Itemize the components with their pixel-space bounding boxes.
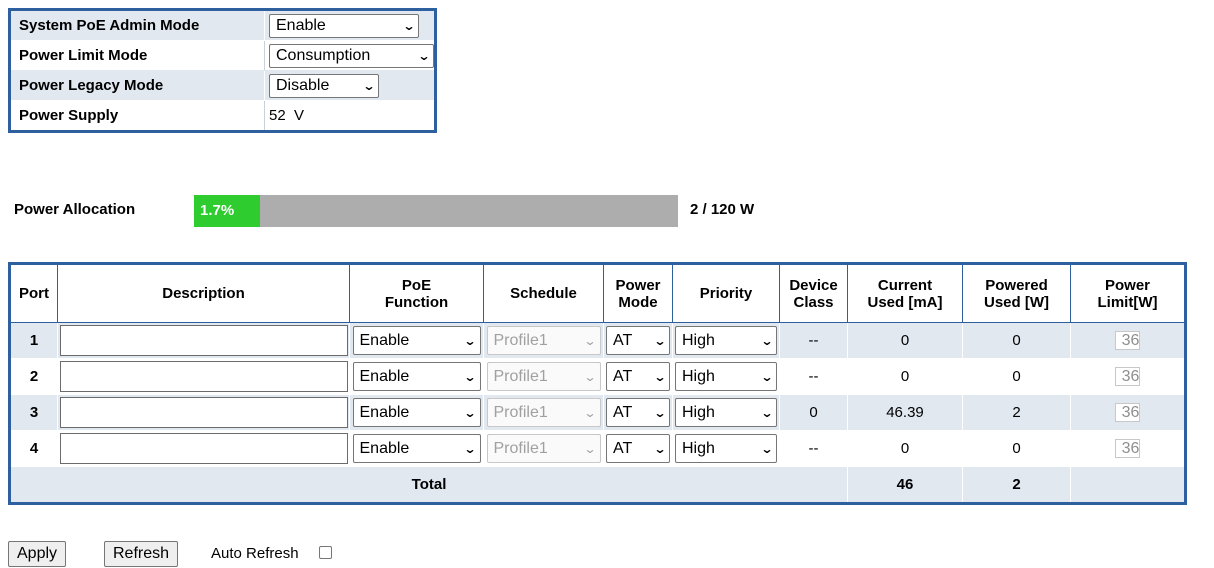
description-input[interactable]	[59, 361, 348, 392]
poe-config-table: System PoE Admin Mode Enable ⌄ Power Limi…	[8, 8, 437, 133]
chevron-down-icon: ⌄	[463, 405, 478, 420]
admin-mode-select[interactable]: Enable ⌄	[269, 13, 419, 38]
chevron-down-icon: ⌄	[583, 441, 598, 456]
chevron-down-icon: ⌄	[417, 48, 431, 63]
table-row: 3 Enable ⌄ Profile1 ⌄ AT ⌄ High ⌄ 0 46.39 2 36	[9, 394, 1186, 431]
current-used-value: 0	[847, 322, 963, 359]
header-port: Port	[9, 263, 58, 323]
power-allocation-bar: 1.7%	[194, 195, 678, 227]
header-powered-used: Powered Used [W]	[962, 263, 1071, 323]
current-used-value: 0	[847, 430, 963, 467]
legacy-mode-label: Power Legacy Mode	[9, 70, 265, 101]
power-limit-input[interactable]: 36	[1114, 331, 1141, 350]
chevron-down-icon: ⌄	[760, 405, 774, 420]
poe-function-select[interactable]: Enable ⌄	[352, 362, 481, 391]
total-powered: 2	[962, 466, 1071, 504]
table-row: 1 Enable ⌄ Profile1 ⌄ AT ⌄ High ⌄ -- 0 0 36	[9, 322, 1186, 359]
port-number: 3	[9, 394, 58, 431]
chevron-down-icon: ⌄	[653, 441, 667, 456]
power-limit-input[interactable]: 36	[1114, 367, 1141, 386]
power-supply-value: 52 V	[264, 100, 436, 132]
legacy-mode-select[interactable]: Disable ⌄	[269, 73, 379, 98]
apply-button[interactable]: Apply	[8, 541, 67, 567]
poe-function-select[interactable]: Enable ⌄	[352, 398, 481, 427]
port-number: 4	[9, 430, 58, 467]
powered-used-value: 0	[962, 322, 1071, 359]
port-number: 1	[9, 322, 58, 359]
power-mode-select[interactable]: AT ⌄	[606, 398, 670, 427]
priority-select[interactable]: High ⌄	[675, 362, 777, 391]
power-allocation-total: 2 / 120 W	[690, 201, 755, 218]
chevron-down-icon: ⌄	[583, 369, 598, 384]
table-row: 4 Enable ⌄ Profile1 ⌄ AT ⌄ High ⌄ -- 0 0 36	[9, 430, 1186, 467]
power-allocation-percent: 1.7%	[200, 202, 235, 219]
total-current: 46	[847, 466, 963, 504]
schedule-select[interactable]: Profile1 ⌄	[486, 362, 601, 391]
chevron-down-icon: ⌄	[583, 333, 598, 348]
power-limit-input[interactable]: 36	[1114, 403, 1141, 422]
chevron-down-icon: ⌄	[402, 18, 416, 33]
power-limit-input[interactable]: 36	[1114, 439, 1141, 458]
header-power-mode: Power Mode	[603, 263, 673, 323]
powered-used-value: 0	[962, 430, 1071, 467]
header-current-used: Current Used [mA]	[847, 263, 963, 323]
schedule-select[interactable]: Profile1 ⌄	[486, 398, 601, 427]
current-used-value: 0	[847, 358, 963, 395]
admin-mode-label: System PoE Admin Mode	[9, 9, 265, 41]
limit-mode-select[interactable]: Consumption ⌄	[269, 43, 434, 68]
power-mode-select[interactable]: AT ⌄	[606, 362, 670, 391]
header-description: Description	[57, 263, 350, 323]
chevron-down-icon: ⌄	[463, 441, 478, 456]
header-device-class: Device Class	[779, 263, 848, 323]
priority-select[interactable]: High ⌄	[675, 326, 777, 355]
power-mode-select[interactable]: AT ⌄	[606, 434, 670, 463]
chevron-down-icon: ⌄	[583, 405, 598, 420]
chevron-down-icon: ⌄	[760, 441, 774, 456]
port-table: Port Description PoE Function Schedule Po…	[8, 262, 1187, 505]
priority-select[interactable]: High ⌄	[675, 434, 777, 463]
limit-mode-label: Power Limit Mode	[9, 40, 265, 71]
header-poe-function: PoE Function	[349, 263, 484, 323]
description-input[interactable]	[59, 433, 348, 464]
current-used-value: 46.39	[847, 394, 963, 431]
auto-refresh-checkbox[interactable]	[319, 546, 332, 559]
total-row: Total 46 2	[9, 466, 1186, 504]
power-allocation-label: Power Allocation	[14, 201, 136, 218]
port-number: 2	[9, 358, 58, 395]
chevron-down-icon: ⌄	[760, 369, 774, 384]
device-class-value: --	[779, 430, 848, 467]
auto-refresh-label: Auto Refresh	[211, 545, 299, 562]
description-input[interactable]	[59, 397, 348, 428]
description-input[interactable]	[59, 325, 348, 356]
chevron-down-icon: ⌄	[463, 333, 478, 348]
total-label: Total	[9, 466, 848, 504]
powered-used-value: 2	[962, 394, 1071, 431]
chevron-down-icon: ⌄	[653, 405, 667, 420]
chevron-down-icon: ⌄	[653, 369, 667, 384]
header-power-limit: Power Limit[W]	[1070, 263, 1186, 323]
header-priority: Priority	[672, 263, 780, 323]
chevron-down-icon: ⌄	[362, 78, 376, 93]
schedule-select[interactable]: Profile1 ⌄	[486, 326, 601, 355]
chevron-down-icon: ⌄	[760, 333, 774, 348]
device-class-value: 0	[779, 394, 848, 431]
priority-select[interactable]: High ⌄	[675, 398, 777, 427]
refresh-button[interactable]: Refresh	[104, 541, 179, 567]
device-class-value: --	[779, 358, 848, 395]
header-schedule: Schedule	[483, 263, 604, 323]
power-mode-select[interactable]: AT ⌄	[606, 326, 670, 355]
poe-function-select[interactable]: Enable ⌄	[352, 326, 481, 355]
table-row: 2 Enable ⌄ Profile1 ⌄ AT ⌄ High ⌄ -- 0 0 36	[9, 358, 1186, 395]
powered-used-value: 0	[962, 358, 1071, 395]
schedule-select[interactable]: Profile1 ⌄	[486, 434, 601, 463]
power-supply-label: Power Supply	[9, 100, 265, 132]
poe-function-select[interactable]: Enable ⌄	[352, 434, 481, 463]
chevron-down-icon: ⌄	[463, 369, 478, 384]
chevron-down-icon: ⌄	[653, 333, 667, 348]
device-class-value: --	[779, 322, 848, 359]
